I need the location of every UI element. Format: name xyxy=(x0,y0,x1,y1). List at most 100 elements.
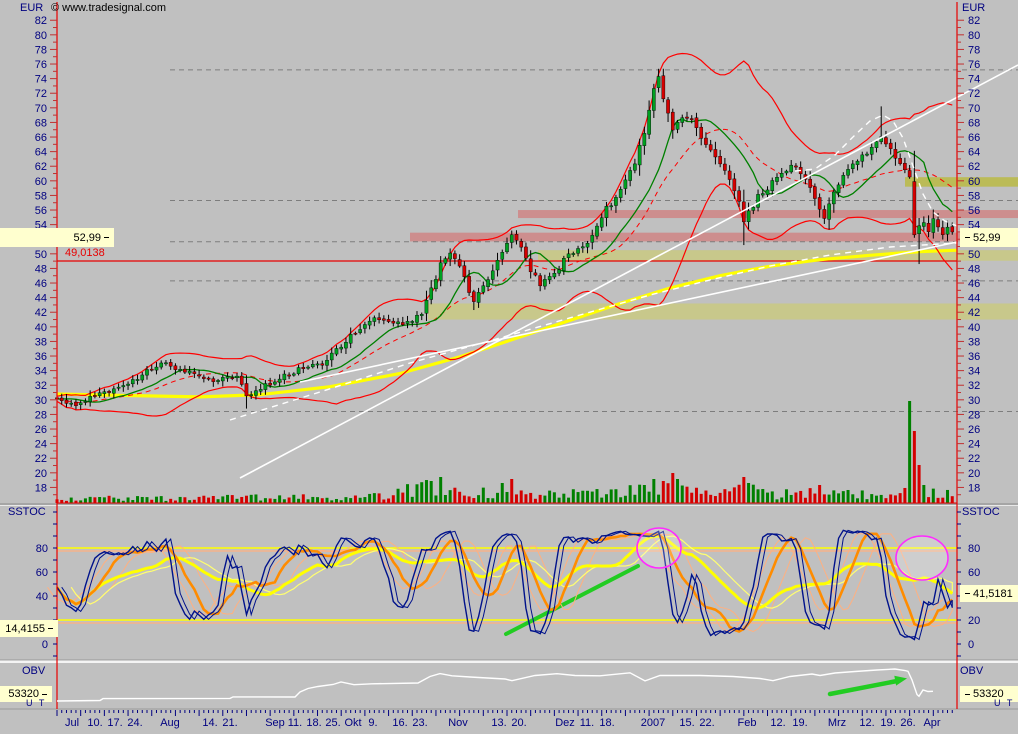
sstoc-axis-right[interactable]: 80 60 20 0 xyxy=(957,511,980,657)
svg-text:76: 76 xyxy=(968,59,980,71)
svg-text:80: 80 xyxy=(35,30,47,42)
chart-canvas[interactable]: 1820222426283032343638404244464850525456… xyxy=(0,0,1018,734)
panel-chrome xyxy=(0,2,1018,710)
svg-text:74: 74 xyxy=(35,74,47,86)
bottom-left-axis-glyphs[interactable]: U T xyxy=(26,698,46,708)
svg-text:66: 66 xyxy=(35,132,47,144)
svg-text:82: 82 xyxy=(968,15,980,27)
price-axis-unit-left: EUR xyxy=(20,2,44,14)
x-axis-date-label: Okt xyxy=(344,717,362,729)
svg-text:36: 36 xyxy=(35,351,47,363)
obv-green-arrow[interactable] xyxy=(827,678,900,697)
x-axis-date-label: 18. xyxy=(599,717,615,729)
x-axis-date-label: Apr xyxy=(923,717,941,729)
price-axis-left[interactable]: 1820222426283032343638404244464850525456… xyxy=(35,15,57,496)
svg-text:46: 46 xyxy=(968,278,980,290)
svg-text:36: 36 xyxy=(968,351,980,363)
svg-text:34: 34 xyxy=(35,366,47,378)
svg-text:60: 60 xyxy=(968,567,980,579)
x-axis-date-label: 13. xyxy=(491,717,507,729)
svg-text:28: 28 xyxy=(35,409,47,421)
last-price-marker-right: 52,99 xyxy=(960,228,1018,247)
x-axis-date-label: 25. xyxy=(325,717,341,729)
x-axis-date-label: 10. xyxy=(87,717,103,729)
x-axis-date-label: 22. xyxy=(699,717,715,729)
x-axis-date-label: Jul xyxy=(64,717,80,729)
sstoc-value-marker-right: 41,5181 xyxy=(960,585,1018,602)
x-axis-date-label: 21. xyxy=(222,717,238,729)
svg-text:20: 20 xyxy=(35,468,47,480)
svg-text:68: 68 xyxy=(35,117,47,129)
svg-text:80: 80 xyxy=(36,543,48,555)
svg-text:66: 66 xyxy=(968,132,980,144)
svg-text:74: 74 xyxy=(968,74,980,86)
svg-text:50: 50 xyxy=(35,249,47,261)
x-axis-date-label: Aug xyxy=(160,717,180,729)
x-axis-date-label: 16. xyxy=(392,717,408,729)
svg-text:38: 38 xyxy=(35,336,47,348)
tick-dash-icon xyxy=(42,693,47,695)
svg-text:22: 22 xyxy=(35,453,47,465)
x-axis-date-label: Feb xyxy=(737,717,757,729)
svg-text:70: 70 xyxy=(35,103,47,115)
obv-panel[interactable] xyxy=(56,668,934,702)
x-axis-date-label: 26. xyxy=(900,717,916,729)
volume-bars xyxy=(55,401,954,503)
svg-text:26: 26 xyxy=(35,424,47,436)
svg-text:40: 40 xyxy=(35,322,47,334)
svg-text:20: 20 xyxy=(968,468,980,480)
svg-text:30: 30 xyxy=(35,395,47,407)
tick-dash-icon xyxy=(48,628,53,629)
x-axis-date-label: 9. xyxy=(368,717,378,729)
sstoc-panel[interactable] xyxy=(47,527,958,641)
tick-dash-icon xyxy=(965,237,970,238)
bottom-right-axis-glyphs[interactable]: U T xyxy=(994,698,1014,708)
svg-text:24: 24 xyxy=(968,439,980,451)
svg-text:30: 30 xyxy=(968,395,980,407)
svg-text:48: 48 xyxy=(35,263,47,275)
tick-dash-icon xyxy=(965,593,970,594)
x-axis-date-label: Dez xyxy=(555,717,575,729)
svg-text:40: 40 xyxy=(968,322,980,334)
svg-text:58: 58 xyxy=(35,190,47,202)
svg-text:82: 82 xyxy=(35,15,47,27)
white-trendlines[interactable] xyxy=(229,64,1018,479)
svg-text:50: 50 xyxy=(968,249,980,261)
obv-panel-title-left: OBV xyxy=(22,665,46,677)
tick-dash-icon xyxy=(965,693,970,695)
magenta-highlight-circle[interactable] xyxy=(636,527,682,569)
x-axis[interactable] xyxy=(56,710,953,716)
svg-text:22: 22 xyxy=(968,453,980,465)
last-price-marker-left: 52,99 xyxy=(0,228,114,247)
svg-text:64: 64 xyxy=(35,147,47,159)
x-axis-date-label: 20. xyxy=(511,717,527,729)
svg-text:44: 44 xyxy=(968,293,980,305)
svg-text:60: 60 xyxy=(968,176,980,188)
svg-text:34: 34 xyxy=(968,366,980,378)
svg-text:38: 38 xyxy=(968,336,980,348)
svg-text:70: 70 xyxy=(968,103,980,115)
magenta-highlight-circle[interactable] xyxy=(895,535,949,581)
obv-line xyxy=(56,668,934,702)
svg-text:60: 60 xyxy=(35,176,47,188)
x-axis-date-label: 19. xyxy=(792,717,808,729)
svg-text:72: 72 xyxy=(968,88,980,100)
x-axis-date-label: 18. xyxy=(306,717,322,729)
sstoc-panel-title-left: SSTOC xyxy=(8,506,46,518)
svg-text:76: 76 xyxy=(35,59,47,71)
svg-text:18: 18 xyxy=(35,482,47,494)
obv-panel-title-right: OBV xyxy=(960,665,984,677)
x-axis-date-label: 11. xyxy=(579,717,595,729)
x-axis-date-label: 15. xyxy=(679,717,695,729)
svg-text:78: 78 xyxy=(968,44,980,56)
svg-text:80: 80 xyxy=(968,30,980,42)
tick-dash-icon xyxy=(104,237,109,238)
svg-text:46: 46 xyxy=(35,278,47,290)
alert-line-value-label: 49,0138 xyxy=(65,247,105,259)
svg-text:42: 42 xyxy=(35,307,47,319)
tradesignal-chart-window: 1820222426283032343638404244464850525456… xyxy=(0,0,1018,734)
sstoc-green-annotation-line[interactable] xyxy=(504,564,640,636)
svg-text:72: 72 xyxy=(35,88,47,100)
x-axis-date-label: Sep xyxy=(265,717,285,729)
svg-text:28: 28 xyxy=(968,409,980,421)
